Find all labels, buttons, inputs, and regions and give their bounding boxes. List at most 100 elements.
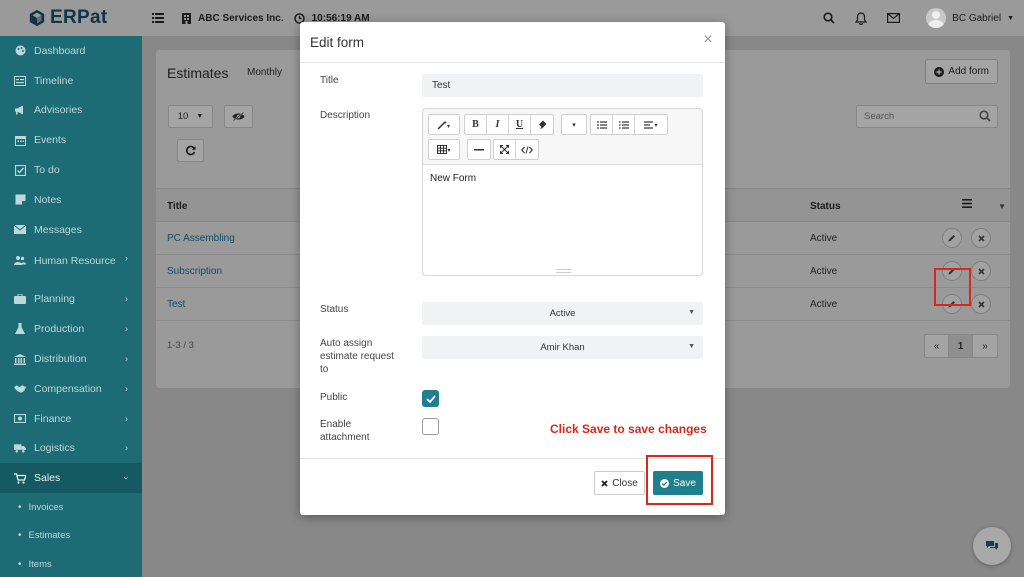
caret-down-icon: ▼ (688, 343, 695, 350)
pager-prev-button[interactable]: « (925, 335, 949, 357)
sidebar-item-logistics[interactable]: Logistics › (0, 434, 142, 464)
sidebar-item-advisories[interactable]: Advisories (0, 96, 142, 126)
search-icon (979, 110, 991, 125)
close-icon[interactable]: × (701, 31, 715, 48)
attachment-checkbox[interactable] (422, 418, 439, 435)
fullscreen-icon[interactable] (494, 140, 516, 159)
row-title-link[interactable]: Test (167, 299, 185, 310)
toolbar-group-style: ▾ (428, 114, 460, 135)
close-icon (977, 267, 985, 275)
search-icon[interactable] (822, 11, 836, 25)
envelope-icon (14, 224, 26, 236)
delete-button[interactable] (971, 228, 991, 248)
company-name[interactable]: ABC Services Inc. (198, 13, 284, 24)
menu-toggle-icon[interactable] (152, 12, 164, 24)
row-title-link[interactable]: PC Assembling (167, 233, 235, 244)
bell-icon[interactable] (854, 11, 868, 25)
resize-grip-icon[interactable] (556, 269, 571, 273)
pagination: « 1 » (924, 334, 998, 358)
sidebar-item-dashboard[interactable]: Dashboard (0, 36, 142, 66)
row-status: Active (810, 233, 838, 244)
close-icon (601, 479, 608, 487)
chevron-right-icon: › (125, 252, 128, 263)
status-label: Status (320, 304, 349, 315)
sidebar-item-production[interactable]: Production › (0, 314, 142, 344)
column-visibility-button[interactable] (224, 105, 253, 128)
table-icon[interactable]: ▾ (429, 140, 459, 159)
sidebar-subitem-invoices[interactable]: Invoices (0, 493, 142, 522)
color-dropdown-caret-icon[interactable]: ▾ (562, 115, 586, 134)
pager-page-button[interactable]: 1 (949, 335, 973, 357)
chat-icon (986, 541, 998, 550)
tab-monthly[interactable]: Monthly (247, 67, 282, 78)
user-menu[interactable]: BC Gabriel ▼ (926, 8, 1014, 28)
eye-slash-icon (232, 112, 245, 121)
columns-menu-icon[interactable] (962, 199, 972, 211)
toolbar-group-para: ▾ (590, 114, 668, 135)
app-logo[interactable]: ERPat (0, 0, 142, 36)
sidebar-item-events[interactable]: Events (0, 125, 142, 155)
close-icon (977, 234, 985, 242)
close-button[interactable]: Close (594, 471, 645, 495)
checkbox-icon (14, 164, 26, 176)
logo-text: ERPat (50, 7, 108, 28)
refresh-button[interactable] (177, 139, 204, 162)
toolbar-group-color: ▾ (561, 114, 587, 135)
public-checkbox[interactable] (422, 390, 439, 407)
row-title-link[interactable]: Subscription (167, 266, 222, 277)
align-left-icon[interactable]: ▾ (635, 115, 667, 134)
column-header-status[interactable]: Status (810, 201, 841, 212)
bold-button[interactable]: B (465, 115, 487, 134)
timeline-icon (14, 75, 26, 87)
sidebar-item-timeline[interactable]: Timeline (0, 66, 142, 96)
calendar-icon (14, 134, 26, 146)
user-name: BC Gabriel (952, 12, 1002, 24)
sidebar-item-notes[interactable]: Notes (0, 185, 142, 215)
toolbar-group-font: B I U (464, 114, 554, 135)
sidebar-item-messages[interactable]: Messages (0, 215, 142, 245)
attachment-label: Enable attachment (320, 419, 370, 443)
magic-wand-icon[interactable]: ▾ (429, 115, 459, 134)
sidebar-subitem-estimates[interactable]: Estimates (0, 522, 142, 551)
editor-toolbar: ▾ B I U ▾ ▾ ▾ (423, 109, 702, 165)
edit-button[interactable] (942, 228, 962, 248)
pencil-icon (948, 235, 955, 242)
delete-button[interactable] (971, 261, 991, 281)
horizontal-rule-icon[interactable] (468, 140, 490, 159)
toolbar-group-hr (467, 139, 491, 160)
eraser-icon[interactable] (531, 115, 553, 134)
auto-assign-select[interactable]: Amir Khan ▼ (422, 336, 703, 359)
sidebar-item-sales[interactable]: Sales › (0, 463, 142, 494)
column-header-title[interactable]: Title (167, 201, 187, 212)
add-form-button[interactable]: Add form (925, 59, 998, 84)
description-label: Description (320, 110, 371, 121)
numbered-list-icon[interactable] (613, 115, 635, 134)
delete-button[interactable] (971, 294, 991, 314)
sidebar-subitem-items[interactable]: Items (0, 550, 142, 577)
search-input[interactable]: Search (856, 105, 998, 128)
palette-icon (14, 45, 26, 57)
sidebar-item-distribution[interactable]: Distribution › (0, 344, 142, 374)
title-input[interactable]: Test (422, 74, 703, 97)
page-size-select[interactable]: 10 ▼ (168, 105, 213, 128)
pager-next-button[interactable]: » (973, 335, 997, 357)
sidebar-item-human-resource[interactable]: Human Resource › (0, 245, 142, 285)
underline-button[interactable]: U (509, 115, 531, 134)
sidebar-item-planning[interactable]: Planning › (0, 285, 142, 315)
code-view-icon[interactable] (516, 140, 538, 159)
caret-down-icon[interactable]: ▼ (998, 202, 1006, 211)
sidebar-item-to-do[interactable]: To do (0, 155, 142, 185)
chat-button[interactable] (973, 527, 1011, 565)
italic-button[interactable]: I (487, 115, 509, 134)
status-select[interactable]: Active ▼ (422, 302, 703, 325)
row-status: Active (810, 266, 838, 277)
chevron-down-icon: › (121, 476, 132, 480)
sidebar-item-finance[interactable]: Finance › (0, 404, 142, 434)
edit-form-modal: Edit form × Title Test Description ▾ B I… (300, 22, 725, 515)
sidebar-item-compensation[interactable]: Compensation › (0, 374, 142, 404)
flask-icon (14, 323, 26, 335)
modal-title: Edit form (310, 35, 365, 50)
bullet-list-icon[interactable] (591, 115, 613, 134)
envelope-icon[interactable] (886, 11, 900, 25)
editor-content[interactable]: New Form (430, 173, 476, 184)
